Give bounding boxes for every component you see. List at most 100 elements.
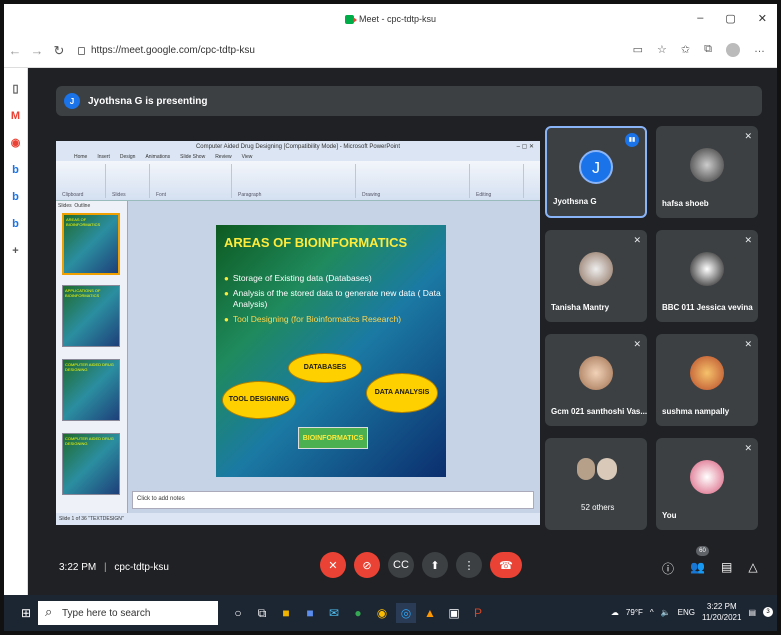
- powerpoint-icon[interactable]: P: [468, 603, 488, 623]
- ppt-tab-design[interactable]: Design: [120, 154, 136, 160]
- weather-icon[interactable]: ☁: [611, 608, 619, 617]
- thumb-title: APPLICATIONS OF BIOINFORMATICS: [65, 288, 101, 298]
- self-tile[interactable]: ✕ You: [656, 438, 758, 530]
- activities-icon[interactable]: △: [748, 560, 757, 577]
- ppt-tab-home[interactable]: Home: [74, 154, 87, 160]
- forward-icon[interactable]: →: [26, 43, 48, 58]
- cortana-icon[interactable]: ○: [228, 603, 248, 623]
- clock-date: 11/20/2021: [701, 613, 742, 622]
- ppt-tab-review[interactable]: Review: [215, 154, 231, 160]
- ribbon-group-editing: Editing: [474, 164, 524, 198]
- slide-bullet: ● Storage of Existing data (Databases): [224, 273, 372, 283]
- camera-toggle-button[interactable]: ⊘: [354, 552, 380, 578]
- profile-avatar[interactable]: [726, 43, 740, 57]
- gmail-icon[interactable]: M: [9, 109, 23, 123]
- more-menu-icon[interactable]: …: [754, 43, 765, 57]
- mic-off-icon: ✕: [744, 339, 752, 349]
- participant-tile[interactable]: ✕ sushma nampally: [656, 334, 758, 426]
- participant-name: sushma nampally: [662, 407, 730, 416]
- store-icon[interactable]: ■: [300, 603, 320, 623]
- participant-tile[interactable]: ✕ Gcm 021 santhoshi Vas...: [545, 334, 647, 426]
- ppt-tab-view[interactable]: View: [242, 154, 253, 160]
- chrome-icon[interactable]: ●: [348, 603, 368, 623]
- mic-off-icon: ✕: [633, 339, 641, 349]
- tab-title: Meet - cpc-tdtp-ksu: [358, 14, 437, 24]
- tabs-icon[interactable]: ▯: [9, 82, 23, 96]
- avatar: [690, 252, 724, 286]
- volume-icon[interactable]: 🔈: [661, 608, 671, 617]
- ppt-window-title: Computer Aided Drug Designing [Compatibi…: [195, 144, 401, 150]
- refresh-icon[interactable]: ↻: [48, 43, 70, 59]
- app-b-icon[interactable]: b: [9, 163, 23, 177]
- meeting-time: 3:22 PM: [59, 562, 97, 573]
- back-icon[interactable]: ←: [4, 43, 26, 58]
- ribbon-group-slides: Slides: [110, 164, 150, 198]
- end-call-button[interactable]: ☎: [490, 552, 522, 578]
- notes-pane[interactable]: Click to add notes: [132, 491, 534, 509]
- ribbon-group-drawing: Drawing: [360, 164, 470, 198]
- windows-start-icon[interactable]: ⊞: [16, 603, 36, 623]
- slide-bullets: ● Storage of Existing data (Databases) ● A…: [224, 273, 442, 329]
- url-text[interactable]: https://meet.google.com/cpc-tdtp-ksu: [91, 45, 255, 56]
- chat-icon[interactable]: ▤: [721, 560, 732, 577]
- panel-tabs: Slides Outline: [56, 201, 127, 211]
- ppt-tab-slideshow[interactable]: Slide Show: [180, 154, 205, 160]
- tray-chevron-icon[interactable]: ^: [650, 608, 654, 617]
- task-view-icon[interactable]: ⧉: [252, 603, 272, 623]
- minimize-button[interactable]: –: [697, 12, 703, 25]
- ppt-window-controls: – ▢ ✕: [516, 144, 534, 150]
- app-b3-icon[interactable]: b: [9, 217, 23, 231]
- file-explorer-icon[interactable]: ■: [276, 603, 296, 623]
- mic-off-icon: ✕: [744, 235, 752, 245]
- participant-tile[interactable]: ✕ Tanisha Mantry: [545, 230, 647, 322]
- more-options-icon[interactable]: ⋮: [456, 552, 482, 578]
- slide-thumbnail[interactable]: AREAS OF BIOINFORMATICS: [62, 213, 120, 275]
- zoom-icon[interactable]: ▣: [444, 603, 464, 623]
- cast-icon[interactable]: ▭: [633, 43, 643, 57]
- slide-thumbnail[interactable]: COMPUTER AIDED DRUG DESIGNING: [62, 359, 120, 421]
- captions-button[interactable]: CC: [388, 552, 414, 578]
- bioinformatics-box: BIOINFORMATICS: [298, 427, 368, 449]
- ppt-tab-insert[interactable]: Insert: [97, 154, 110, 160]
- people-icon[interactable]: 👥: [690, 560, 705, 577]
- add-icon[interactable]: +: [9, 244, 23, 258]
- shared-screen: Computer Aided Drug Designing [Compatibi…: [56, 141, 540, 525]
- mic-toggle-button[interactable]: ✕: [320, 552, 346, 578]
- favorites-bar-icon[interactable]: ✩: [681, 43, 690, 57]
- maximize-button[interactable]: ▢: [725, 12, 735, 25]
- chrome-alt-icon[interactable]: ◉: [372, 603, 392, 623]
- ppt-tab-animations[interactable]: Animations: [145, 154, 170, 160]
- edge-icon[interactable]: ◎: [396, 603, 416, 623]
- participant-tile[interactable]: ✕ hafsa shoeb: [656, 126, 758, 218]
- participant-tile[interactable]: J ▮▮ Jyothsna G: [545, 126, 647, 218]
- lock-icon: [78, 46, 85, 55]
- taskbar-search[interactable]: Type here to search: [38, 601, 218, 625]
- tool-designing-ellipse: TOOL DESIGNING: [222, 381, 296, 419]
- notification-icon[interactable]: ▤: [748, 608, 756, 617]
- mail-icon[interactable]: ✉: [324, 603, 344, 623]
- presenting-banner: J Jyothsna G is presenting: [56, 86, 762, 116]
- slide-title: AREAS OF BIOINFORMATICS: [224, 235, 408, 250]
- favorite-icon[interactable]: ☆: [657, 43, 667, 57]
- window-controls: – ▢ ✕: [697, 12, 767, 25]
- slide-thumbnail[interactable]: APPLICATIONS OF BIOINFORMATICS: [62, 285, 120, 347]
- close-button[interactable]: ✕: [758, 12, 767, 25]
- present-button[interactable]: ⬆: [422, 552, 448, 578]
- vlc-icon[interactable]: ▲: [420, 603, 440, 623]
- language-indicator[interactable]: ENG: [678, 608, 695, 617]
- taskbar-clock[interactable]: 3:22 PM 11/20/2021: [702, 601, 741, 623]
- participant-tile[interactable]: ✕ BBC 011 Jessica vevina: [656, 230, 758, 322]
- mic-off-icon: ✕: [744, 131, 752, 141]
- record-icon[interactable]: ◉: [9, 136, 23, 150]
- app-b2-icon[interactable]: b: [9, 190, 23, 204]
- ppt-ribbon-tabs: Home Insert Design Animations Slide Show…: [56, 153, 540, 161]
- info-icon[interactable]: ⓘ: [662, 560, 674, 577]
- mic-off-icon: ✕: [633, 235, 641, 245]
- url-field[interactable]: https://meet.google.com/cpc-tdtp-ksu: [78, 45, 255, 56]
- outline-tab[interactable]: Outline: [74, 203, 90, 209]
- slide-thumbnail[interactable]: COMPUTER AIDED DRUG DESIGNING: [62, 433, 120, 495]
- collections-icon[interactable]: ⧉: [704, 43, 712, 57]
- others-tile[interactable]: 52 others: [545, 438, 647, 530]
- weather-temp[interactable]: 79°F: [626, 608, 643, 617]
- slides-tab[interactable]: Slides: [58, 203, 72, 209]
